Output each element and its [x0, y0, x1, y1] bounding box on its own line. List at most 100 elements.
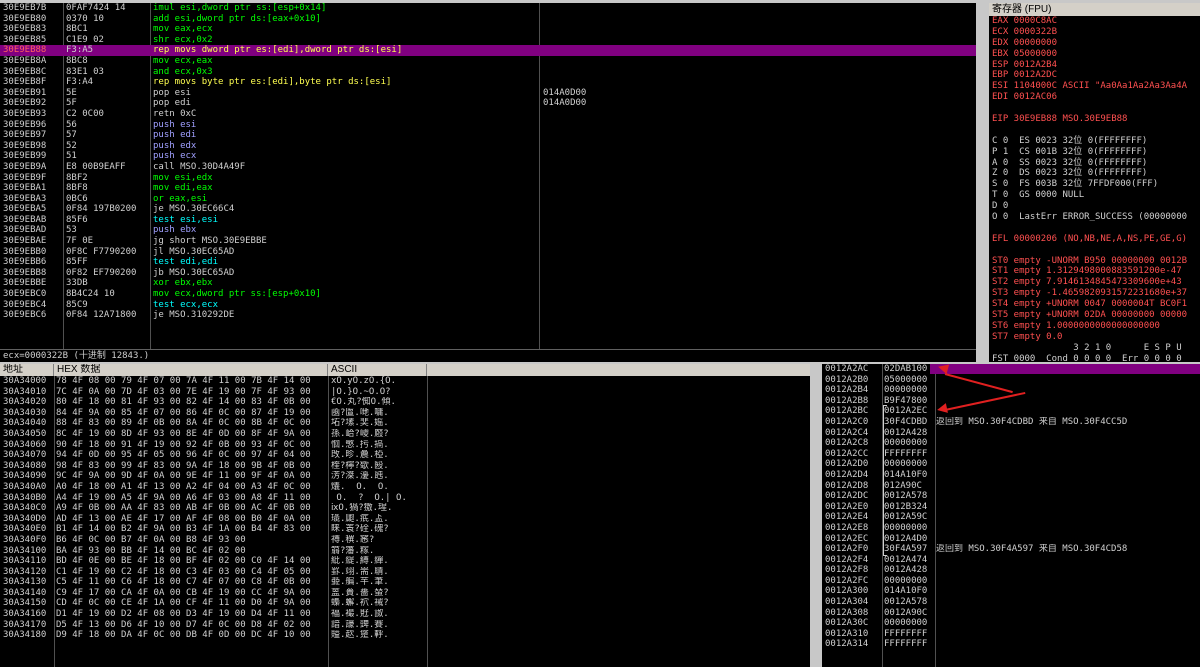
disasm-instruction[interactable]: and ecx,0x3	[153, 67, 538, 78]
register-line[interactable]: EAX 0000C8AC	[989, 16, 1200, 27]
dump-address[interactable]: 30A34040	[3, 418, 55, 429]
register-line[interactable]: EBX 05000000	[989, 49, 1200, 60]
stack-address[interactable]: 0012A2E8	[825, 523, 881, 534]
stack-value[interactable]: FFFFFFFF	[884, 629, 936, 640]
disasm-address[interactable]: 30E9EB9F	[3, 173, 61, 184]
stack-row[interactable]: 0012A2D8 012A90C	[822, 481, 1200, 492]
disasm-address[interactable]: 30E9EB9A	[3, 162, 61, 173]
register-line[interactable]: EIP 30E9EB88 MSO.30E9EB88	[989, 114, 1200, 125]
stack-value[interactable]: 00000000	[884, 385, 936, 396]
stack-row[interactable]: 0012A2F8 0012A428	[822, 565, 1200, 576]
dump-address[interactable]: 30A34100	[3, 546, 55, 557]
stack-address[interactable]: 0012A2CC	[825, 449, 881, 460]
dump-ascii[interactable]: 凾?匫.哋.嘃.	[331, 408, 426, 419]
stack-row[interactable]: 0012A2F0 30F4A597 返回到 MSO.30F4A597 来自 MSO.…	[822, 544, 1200, 555]
stack-address[interactable]: 0012A2DC	[825, 491, 881, 502]
stack-value[interactable]: 012A90C	[884, 481, 936, 492]
disasm-row[interactable]: 30E9EB88 F3:A5 rep movs dword ptr es:[edi]…	[0, 45, 976, 56]
dump-ascii[interactable]: 淓?滐.瀀.瓲.	[331, 471, 426, 482]
dump-hex[interactable]: 7C 4F 0A 00 7D 4F 03 00 7E 4F 19 00 7F 4…	[56, 387, 328, 398]
register-line[interactable]: P 1 CS 001B 32位 0(FFFFFFFF)	[989, 147, 1200, 158]
stack-row[interactable]: 0012A310 FFFFFFFF	[822, 629, 1200, 640]
dump-row[interactable]: 30A34020 80 4F 18 00 81 4F 93 00 82 4F 14…	[0, 397, 810, 408]
stack-row[interactable]: 0012A2CC FFFFFFFF	[822, 449, 1200, 460]
dump-row[interactable]: 30A34170 D5 4F 13 00 D6 4F 10 00 D7 4F 0C…	[0, 620, 810, 631]
dump-address[interactable]: 30A34120	[3, 567, 55, 578]
stack-address[interactable]: 0012A310	[825, 629, 881, 640]
register-line[interactable]: ECX 0000322B	[989, 27, 1200, 38]
register-line[interactable]: ST2 empty 7.9146134845473309600e+43	[989, 277, 1200, 288]
stack-row[interactable]: 0012A2E8 00000000	[822, 523, 1200, 534]
register-line[interactable]: FST 0000 Cond 0 0 0 0 Err 0 0 0 0	[989, 354, 1200, 362]
dump-address[interactable]: 30A34080	[3, 461, 55, 472]
dump-hex[interactable]: B1 4F 14 00 B2 4F 9A 00 B3 4F 1A 00 B4 4…	[56, 524, 328, 535]
stack-value[interactable]: 05000000	[884, 375, 936, 386]
disasm-instruction[interactable]: call MSO.30D4A49F	[153, 162, 538, 173]
disasm-address[interactable]: 30E9EB83	[3, 24, 61, 35]
register-line[interactable]: EDI 0012AC06	[989, 92, 1200, 104]
disasm-row[interactable]: 30E9EBAE 7F 0E jg short MSO.30E9EBBE	[0, 236, 976, 247]
dump-address[interactable]: 30A34070	[3, 450, 55, 461]
register-line[interactable]: A 0 SS 0023 32位 0(FFFFFFFF)	[989, 158, 1200, 169]
register-line[interactable]: EFL 00000206 (NO,NB,NE,A,NS,PE,GE,G)	[989, 234, 1200, 245]
dump-ascii[interactable]: ⅸO.猧?獥.瑆.	[331, 503, 426, 514]
stack-row[interactable]: 0012A2F4 0012A474	[822, 555, 1200, 566]
dump-hex[interactable]: 88 4F 83 00 89 4F 0B 00 8A 4F 0C 00 8B 4…	[56, 418, 328, 429]
disasm-row[interactable]: 30E9EBA1 8BF8 mov edi,eax	[0, 183, 976, 194]
register-line[interactable]	[989, 125, 1200, 136]
disasm-instruction[interactable]: mov esi,edx	[153, 173, 538, 184]
stack-address[interactable]: 0012A2F0	[825, 544, 881, 555]
dump-ascii[interactable]: 燨. O. O.	[331, 482, 426, 493]
register-line[interactable]: EDX 00000000	[989, 38, 1200, 49]
dump-ascii[interactable]: 賹.赼.跾.軤.	[331, 630, 426, 641]
dump-hex[interactable]: BA 4F 93 00 BB 4F 14 00 BC 4F 02 00	[56, 546, 328, 557]
disasm-address[interactable]: 30E9EBAD	[3, 225, 61, 236]
dump-row[interactable]: 30A34130 C5 4F 11 00 C6 4F 18 00 C7 4F 07…	[0, 577, 810, 588]
dump-hex[interactable]: CD 4F 0C 00 CE 4F 1A 00 CF 4F 11 00 D0 4…	[56, 598, 328, 609]
dump-ascii[interactable]: 篛?籓.糘.	[331, 546, 426, 557]
disasm-row[interactable]: 30E9EBAB 85F6 test esi,esi	[0, 215, 976, 226]
stack-row[interactable]: 0012A2C0 30F4CDBD 返回到 MSO.30F4CDBD 来自 MSO.…	[822, 417, 1200, 428]
dump-row[interactable]: 30A34030 84 4F 9A 00 85 4F 07 00 86 4F 0C…	[0, 408, 810, 419]
stack-value[interactable]: FFFFFFFF	[884, 639, 936, 650]
disasm-instruction[interactable]: rep movs dword ptr es:[edi],dword ptr ds…	[153, 45, 538, 56]
disasm-address[interactable]: 30E9EB7B	[3, 3, 61, 14]
dump-ascii[interactable]: 恛.慜.扝.搹.	[331, 440, 426, 451]
dump-address[interactable]: 30A34060	[3, 440, 55, 451]
disasm-instruction[interactable]: test esi,esi	[153, 215, 538, 226]
dump-address[interactable]: 30A34030	[3, 408, 55, 419]
disasm-row[interactable]: 30E9EB83 8BC1 mov eax,ecx	[0, 24, 976, 35]
disasm-address[interactable]: 30E9EB88	[3, 45, 61, 56]
dump-hex[interactable]: 8C 4F 19 00 8D 4F 93 00 8E 4F 0D 00 8F 4…	[56, 429, 328, 440]
register-line[interactable]: S 0 FS 003B 32位 7FFDF000(FFF)	[989, 179, 1200, 190]
disasm-instruction[interactable]: je MSO.310292DE	[153, 310, 538, 321]
dump-ascii[interactable]: €O.丸?倁O.傾.	[331, 397, 426, 408]
stack-address[interactable]: 0012A2F4	[825, 555, 881, 566]
dump-row[interactable]: 30A34180 D9 4F 18 00 DA 4F 0C 00 DB 4F 0D…	[0, 630, 810, 641]
disasm-address[interactable]: 30E9EBAE	[3, 236, 61, 247]
register-line[interactable]	[989, 103, 1200, 114]
disasm-instruction[interactable]: mov eax,ecx	[153, 24, 538, 35]
disasm-instruction[interactable]: mov ecx,dword ptr ss:[esp+0x10]	[153, 289, 538, 300]
disasm-row[interactable]: 30E9EBB6 85FF test edi,edi	[0, 257, 976, 268]
dump-address[interactable]: 30A34010	[3, 387, 55, 398]
disasm-row[interactable]: 30E9EB8C 83E1 03 and ecx,0x3	[0, 67, 976, 78]
register-line[interactable]: T 0 GS 0000 NULL	[989, 190, 1200, 201]
dump-hex[interactable]: C9 4F 17 00 CA 4F 0A 00 CB 4F 19 00 CC 4…	[56, 588, 328, 599]
dump-ascii[interactable]: 褔.襊.覎.詉.	[331, 609, 426, 620]
dump-address[interactable]: 30A34140	[3, 588, 55, 599]
stack-address[interactable]: 0012A2C8	[825, 438, 881, 449]
stack-address[interactable]: 0012A2BC	[825, 406, 881, 417]
stack-value[interactable]: B9F47800	[884, 396, 936, 407]
dump-row[interactable]: 30A340D0 AD 4F 13 00 AE 4F 17 00 AF 4F 08…	[0, 514, 810, 525]
disasm-row[interactable]: 30E9EB91 5E pop esi 014A0D00	[0, 88, 976, 99]
stack-address[interactable]: 0012A2E4	[825, 512, 881, 523]
disasm-row[interactable]: 30E9EB7B 0FAF7424 14 imul esi,dword ptr ss…	[0, 3, 976, 14]
dump-ascii[interactable]: O. ? O.| O.	[331, 493, 426, 504]
disasm-row[interactable]: 30E9EB96 56 push esi	[0, 120, 976, 131]
dump-ascii[interactable]: 諳.譹.豍.賽.	[331, 620, 426, 631]
dump-hex[interactable]: D1 4F 19 00 D2 4F 08 00 D3 4F 19 00 D4 4…	[56, 609, 328, 620]
stack-value[interactable]: 014A10F0	[884, 586, 936, 597]
register-line[interactable]	[989, 223, 1200, 234]
stack-address[interactable]: 0012A304	[825, 597, 881, 608]
